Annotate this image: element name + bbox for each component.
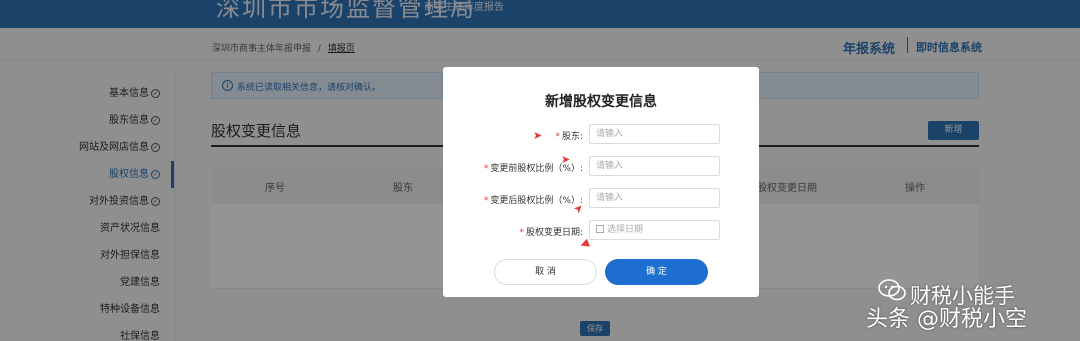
cancel-button[interactable]: 取 消 xyxy=(494,259,597,285)
required-asterisk: * xyxy=(555,132,560,142)
add-equity-change-dialog: 新增股权变更信息 * 股东: 请输入 * 变更前股权比例（%）: 请输入 * 变更后股… xyxy=(443,67,759,297)
wechat-logo-icon xyxy=(878,279,906,301)
dialog-title: 新增股权变更信息 xyxy=(545,94,657,110)
shareholder-label: * 股东: xyxy=(443,129,583,142)
change-date-picker[interactable]: 选择日期 xyxy=(589,220,720,240)
change-date-placeholder: 选择日期 xyxy=(607,225,644,235)
post-change-ratio-label: * 变更后股权比例（%）: xyxy=(443,193,583,206)
confirm-button[interactable]: 确 定 xyxy=(605,259,708,285)
change-date-label-text: 股权变更日期: xyxy=(525,228,583,238)
red-arrow-annotation: ➤ xyxy=(533,129,543,142)
change-date-label: * 股权变更日期: xyxy=(443,225,583,238)
required-asterisk: * xyxy=(519,228,524,238)
post-change-ratio-input[interactable]: 请输入 xyxy=(589,188,720,208)
pre-change-ratio-input[interactable]: 请输入 xyxy=(589,156,720,176)
required-asterisk: * xyxy=(483,196,489,206)
shareholder-label-text: 股东: xyxy=(561,132,583,142)
calendar-icon xyxy=(596,225,604,233)
required-asterisk: * xyxy=(483,164,489,174)
post-change-ratio-label-text: 变更后股权比例（%）: xyxy=(490,196,583,206)
red-arrow-annotation: ➤ xyxy=(561,153,571,166)
page-root: 深圳市市场监督管理局 商事主体年度报告 深圳市商事主体年报申报 / 填报页 年报… xyxy=(0,0,1080,341)
watermark-line2: 头条 @财税小空 xyxy=(866,307,1027,332)
shareholder-input[interactable]: 请输入 xyxy=(589,124,720,144)
